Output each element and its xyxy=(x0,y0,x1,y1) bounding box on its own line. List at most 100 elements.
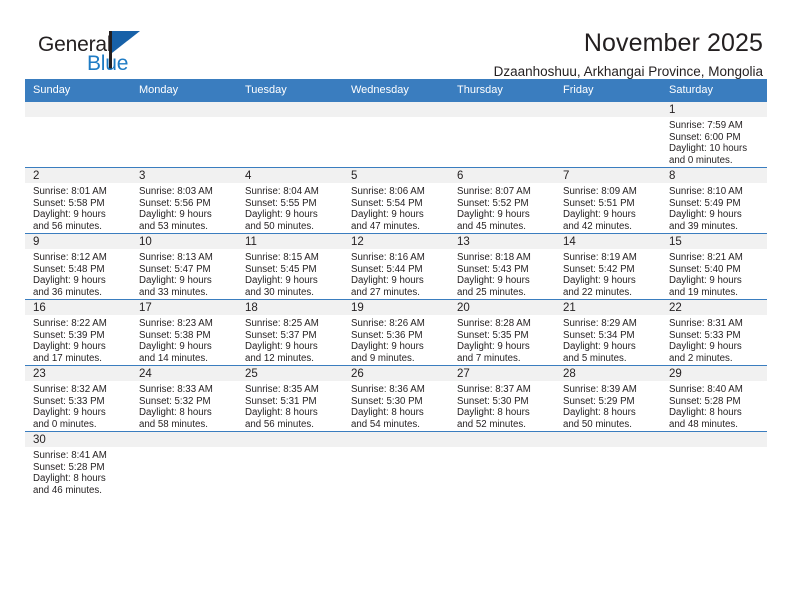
day-detail-sunrise: Sunrise: 8:40 AM xyxy=(669,384,743,395)
day-details: Sunrise: 8:16 AM Sunset: 5:44 PM Daylight:… xyxy=(343,249,449,298)
day-detail-daylight-1: Daylight: 8 hours xyxy=(457,407,530,419)
calendar-day-cell[interactable]: 21 Sunrise: 8:29 AM Sunset: 5:34 PM Dayligh… xyxy=(555,299,661,366)
calendar-day-cell[interactable]: 16 Sunrise: 8:22 AM Sunset: 5:39 PM Dayligh… xyxy=(25,299,131,366)
calendar-day-cell[interactable]: 15 Sunrise: 8:21 AM Sunset: 5:40 PM Dayligh… xyxy=(661,233,767,300)
day-number: 28 xyxy=(555,366,661,381)
calendar-day-cell-empty xyxy=(131,431,237,498)
day-number-bar xyxy=(237,432,343,447)
day-detail-sunrise: Sunrise: 8:10 AM xyxy=(669,186,743,197)
day-detail-sunrise: Sunrise: 8:29 AM xyxy=(563,318,637,329)
calendar-day-cell-empty xyxy=(661,431,767,498)
day-detail-sunrise: Sunrise: 8:01 AM xyxy=(33,186,107,197)
day-detail-daylight-1: Daylight: 9 hours xyxy=(669,275,742,287)
calendar-day-cell[interactable]: 18 Sunrise: 8:25 AM Sunset: 5:37 PM Dayligh… xyxy=(237,299,343,366)
day-detail-sunset: Sunset: 5:35 PM xyxy=(457,329,529,341)
day-detail-daylight-2: and 46 minutes. xyxy=(33,484,102,496)
day-detail-daylight-1: Daylight: 9 hours xyxy=(669,209,742,221)
calendar-page: General Blue November 2025 Dzaanhoshuu, … xyxy=(0,0,792,612)
calendar-day-cell[interactable]: 13 Sunrise: 8:18 AM Sunset: 5:43 PM Dayligh… xyxy=(449,233,555,300)
calendar-day-cell-empty xyxy=(131,101,237,168)
day-detail-sunrise: Sunrise: 8:12 AM xyxy=(33,252,107,263)
calendar-day-cell[interactable]: 5 Sunrise: 8:06 AM Sunset: 5:54 PM Daylight… xyxy=(343,167,449,234)
calendar-day-cell[interactable]: 14 Sunrise: 8:19 AM Sunset: 5:42 PM Dayligh… xyxy=(555,233,661,300)
day-number: 30 xyxy=(25,432,131,447)
day-detail-sunrise: Sunrise: 8:16 AM xyxy=(351,252,425,263)
calendar-day-cell[interactable]: 23 Sunrise: 8:32 AM Sunset: 5:33 PM Dayligh… xyxy=(25,365,131,432)
day-detail-daylight-1: Daylight: 9 hours xyxy=(245,209,318,221)
calendar-day-cell[interactable]: 8 Sunrise: 8:10 AM Sunset: 5:49 PM Daylight… xyxy=(661,167,767,234)
calendar-week-row: 1 Sunrise: 7:59 AM Sunset: 6:00 PM Daylight… xyxy=(25,101,767,168)
day-detail-sunrise: Sunrise: 7:59 AM xyxy=(669,120,743,131)
day-number: 3 xyxy=(131,168,237,183)
calendar-day-cell[interactable]: 30 Sunrise: 8:41 AM Sunset: 5:28 PM Dayligh… xyxy=(25,431,131,498)
calendar-day-cell[interactable]: 19 Sunrise: 8:26 AM Sunset: 5:36 PM Dayligh… xyxy=(343,299,449,366)
day-details: Sunrise: 8:32 AM Sunset: 5:33 PM Daylight:… xyxy=(25,381,131,430)
day-number: 14 xyxy=(555,234,661,249)
calendar-day-cell[interactable]: 27 Sunrise: 8:37 AM Sunset: 5:30 PM Dayligh… xyxy=(449,365,555,432)
day-details: Sunrise: 8:21 AM Sunset: 5:40 PM Daylight:… xyxy=(661,249,767,298)
calendar-day-cell[interactable]: 9 Sunrise: 8:12 AM Sunset: 5:48 PM Daylight… xyxy=(25,233,131,300)
day-detail-daylight-1: Daylight: 8 hours xyxy=(245,407,318,419)
calendar-body: 1 Sunrise: 7:59 AM Sunset: 6:00 PM Daylight… xyxy=(25,101,767,498)
calendar-day-cell[interactable]: 11 Sunrise: 8:15 AM Sunset: 5:45 PM Dayligh… xyxy=(237,233,343,300)
calendar-day-cell[interactable]: 20 Sunrise: 8:28 AM Sunset: 5:35 PM Dayligh… xyxy=(449,299,555,366)
calendar-day-cell[interactable]: 3 Sunrise: 8:03 AM Sunset: 5:56 PM Daylight… xyxy=(131,167,237,234)
weekday-header-row: Sunday Monday Tuesday Wednesday Thursday… xyxy=(25,79,767,102)
day-detail-daylight-2: and 54 minutes. xyxy=(351,418,420,430)
calendar-day-cell-empty xyxy=(555,101,661,168)
calendar-day-cell[interactable]: 17 Sunrise: 8:23 AM Sunset: 5:38 PM Dayligh… xyxy=(131,299,237,366)
calendar-day-cell[interactable]: 28 Sunrise: 8:39 AM Sunset: 5:29 PM Dayligh… xyxy=(555,365,661,432)
location-subtitle: Dzaanhoshuu, Arkhangai Province, Mongoli… xyxy=(493,64,763,79)
day-detail-daylight-1: Daylight: 9 hours xyxy=(669,341,742,353)
day-number: 4 xyxy=(237,168,343,183)
day-number: 5 xyxy=(343,168,449,183)
calendar-day-cell[interactable]: 24 Sunrise: 8:33 AM Sunset: 5:32 PM Dayligh… xyxy=(131,365,237,432)
day-number-bar xyxy=(449,102,555,117)
day-number: 13 xyxy=(449,234,555,249)
day-detail-sunset: Sunset: 5:45 PM xyxy=(245,263,317,275)
calendar-header-row: Sunday Monday Tuesday Wednesday Thursday… xyxy=(25,79,767,102)
calendar-day-cell[interactable]: 12 Sunrise: 8:16 AM Sunset: 5:44 PM Dayligh… xyxy=(343,233,449,300)
calendar-day-cell[interactable]: 25 Sunrise: 8:35 AM Sunset: 5:31 PM Dayligh… xyxy=(237,365,343,432)
day-detail-daylight-2: and 50 minutes. xyxy=(245,220,314,232)
day-details: Sunrise: 8:09 AM Sunset: 5:51 PM Daylight:… xyxy=(555,183,661,232)
calendar-day-cell[interactable]: 6 Sunrise: 8:07 AM Sunset: 5:52 PM Daylight… xyxy=(449,167,555,234)
day-detail-sunset: Sunset: 5:38 PM xyxy=(139,329,211,341)
day-detail-sunset: Sunset: 5:42 PM xyxy=(563,263,635,275)
calendar-day-cell[interactable]: 2 Sunrise: 8:01 AM Sunset: 5:58 PM Daylight… xyxy=(25,167,131,234)
day-detail-daylight-2: and 53 minutes. xyxy=(139,220,208,232)
day-details: Sunrise: 8:28 AM Sunset: 5:35 PM Daylight:… xyxy=(449,315,555,364)
calendar-day-cell[interactable]: 4 Sunrise: 8:04 AM Sunset: 5:55 PM Daylight… xyxy=(237,167,343,234)
day-detail-sunrise: Sunrise: 8:03 AM xyxy=(139,186,213,197)
day-details: Sunrise: 8:35 AM Sunset: 5:31 PM Daylight:… xyxy=(237,381,343,430)
day-detail-daylight-1: Daylight: 9 hours xyxy=(33,407,106,419)
day-detail-daylight-1: Daylight: 9 hours xyxy=(457,341,530,353)
general-blue-logo[interactable]: General Blue xyxy=(25,28,150,80)
calendar-day-cell[interactable]: 22 Sunrise: 8:31 AM Sunset: 5:33 PM Dayligh… xyxy=(661,299,767,366)
day-number: 15 xyxy=(661,234,767,249)
day-detail-daylight-2: and 27 minutes. xyxy=(351,286,420,298)
calendar-day-cell[interactable]: 29 Sunrise: 8:40 AM Sunset: 5:28 PM Dayligh… xyxy=(661,365,767,432)
day-details: Sunrise: 7:59 AM Sunset: 6:00 PM Daylight:… xyxy=(661,117,767,166)
day-detail-daylight-1: Daylight: 9 hours xyxy=(139,275,212,287)
day-detail-daylight-1: Daylight: 8 hours xyxy=(139,407,212,419)
calendar-day-cell[interactable]: 1 Sunrise: 7:59 AM Sunset: 6:00 PM Daylight… xyxy=(661,101,767,168)
day-detail-daylight-2: and 50 minutes. xyxy=(563,418,632,430)
calendar-day-cell-empty xyxy=(449,431,555,498)
day-detail-sunrise: Sunrise: 8:19 AM xyxy=(563,252,637,263)
day-detail-sunrise: Sunrise: 8:37 AM xyxy=(457,384,531,395)
day-number-bar xyxy=(661,432,767,447)
day-detail-daylight-2: and 7 minutes. xyxy=(457,352,521,364)
day-detail-sunset: Sunset: 5:28 PM xyxy=(669,395,741,407)
day-detail-sunrise: Sunrise: 8:18 AM xyxy=(457,252,531,263)
calendar-day-cell[interactable]: 7 Sunrise: 8:09 AM Sunset: 5:51 PM Daylight… xyxy=(555,167,661,234)
day-details: Sunrise: 8:18 AM Sunset: 5:43 PM Daylight:… xyxy=(449,249,555,298)
day-detail-daylight-1: Daylight: 9 hours xyxy=(33,209,106,221)
day-number: 24 xyxy=(131,366,237,381)
calendar-day-cell[interactable]: 10 Sunrise: 8:13 AM Sunset: 5:47 PM Dayligh… xyxy=(131,233,237,300)
day-detail-sunrise: Sunrise: 8:25 AM xyxy=(245,318,319,329)
day-detail-daylight-2: and 19 minutes. xyxy=(669,286,738,298)
calendar-day-cell[interactable]: 26 Sunrise: 8:36 AM Sunset: 5:30 PM Dayligh… xyxy=(343,365,449,432)
day-detail-daylight-2: and 58 minutes. xyxy=(139,418,208,430)
page-header: General Blue November 2025 Dzaanhoshuu, … xyxy=(25,0,767,79)
